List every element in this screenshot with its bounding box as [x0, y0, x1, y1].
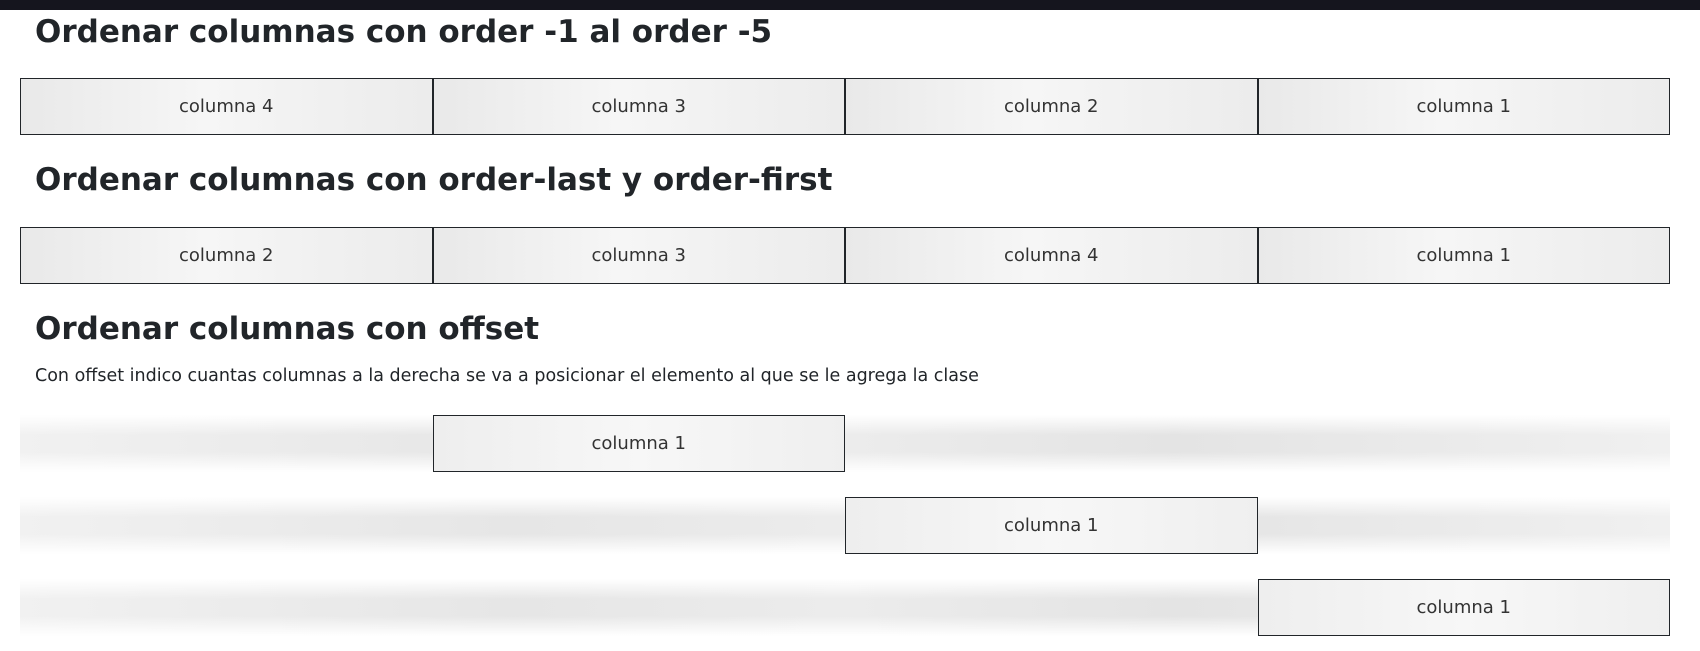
offset-row-3: columna 1: [20, 579, 1670, 636]
grid-column: columna 1: [1257, 227, 1670, 284]
section-title-order-last-first: Ordenar columnas con order-last y order-…: [35, 162, 833, 198]
grid-column: columna 1: [432, 415, 845, 472]
grid-column: columna 4: [20, 78, 433, 135]
section-title-offset: Ordenar columnas con offset: [35, 311, 540, 347]
offset-row-2: columna 1: [20, 497, 1670, 554]
grid-column: columna 1: [1257, 579, 1670, 636]
window-top-bar: [0, 0, 1700, 10]
section-title-order-numbers: Ordenar columnas con order -1 al order -…: [35, 14, 773, 50]
grid-column: columna 1: [845, 497, 1258, 554]
offset-spacer: [20, 497, 845, 554]
offset-spacer: [20, 579, 1258, 636]
order-last-first-row: columna 2 columna 3 columna 4 columna 1: [20, 227, 1670, 284]
offset-row-1: columna 1: [20, 415, 1670, 472]
offset-description: Con offset indico cuantas columnas a la …: [35, 366, 979, 386]
order-numbers-row: columna 4 columna 3 columna 2 columna 1: [20, 78, 1670, 135]
offset-spacer: [20, 415, 433, 472]
grid-column: columna 1: [1257, 78, 1670, 135]
grid-column: columna 2: [845, 78, 1258, 135]
grid-column: columna 3: [432, 78, 845, 135]
grid-column: columna 4: [845, 227, 1258, 284]
grid-column: columna 2: [20, 227, 433, 284]
grid-column: columna 3: [432, 227, 845, 284]
